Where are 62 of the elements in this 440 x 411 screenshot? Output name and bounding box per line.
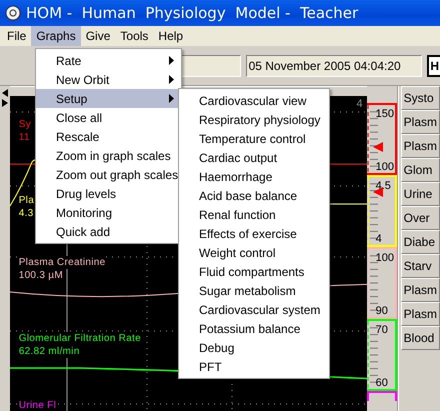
scale-value: 150 (376, 108, 394, 120)
side-button[interactable]: Plasm (400, 110, 440, 134)
menu-item[interactable]: Temperature control (179, 129, 329, 148)
toolbar-button[interactable]: H (427, 54, 440, 76)
menu-item[interactable]: Debug (179, 338, 329, 357)
menu-item[interactable]: Cardiovascular view (179, 91, 329, 110)
trace-label: Plasma Creatinine (18, 256, 106, 269)
menu-item[interactable]: Drug levels (36, 184, 181, 203)
trace-value: 62.82 ml/min (18, 345, 80, 358)
left-arrow-icon[interactable] (2, 89, 8, 97)
menu-item[interactable]: Tools (115, 26, 154, 46)
date-field[interactable]: 05 November 2005 04:04:20 (246, 54, 422, 76)
trace-label: Urine Fl (18, 399, 56, 411)
menu-item[interactable]: Acid base balance (179, 186, 329, 205)
menu-item[interactable]: Haemorrhage (179, 167, 329, 186)
side-button[interactable]: Over (400, 206, 440, 230)
time-label: 4 (356, 98, 363, 110)
menu-item[interactable]: New Orbit (36, 70, 181, 89)
side-button[interactable]: Diabe (400, 230, 440, 254)
menu-item[interactable]: Give (80, 26, 116, 46)
scale-value: 100 (376, 252, 394, 264)
menu-item[interactable]: Potassium balance (179, 319, 329, 338)
right-arrow-icon[interactable] (2, 99, 8, 107)
side-button[interactable]: Urine (400, 182, 440, 206)
side-button[interactable]: Plasm (400, 134, 440, 158)
menu-item[interactable]: Renal function (179, 205, 329, 224)
trace-value: 100.3 µM (18, 269, 63, 282)
menu-item[interactable]: Quick add (36, 222, 181, 241)
menu-item[interactable]: Effects of exercise (179, 224, 329, 243)
menu-item[interactable]: Zoom out graph scales (36, 165, 181, 184)
menu-item[interactable]: Cardiovascular system (179, 300, 329, 319)
menu-item[interactable]: Graphs (31, 26, 81, 46)
menu-item[interactable]: Weight control (179, 243, 329, 262)
menu-item[interactable]: Rate (36, 51, 181, 70)
menu-item[interactable]: Close all (36, 108, 181, 127)
menu-item[interactable]: Sugar metabolism (179, 281, 329, 300)
menu-item[interactable]: Monitoring (36, 203, 181, 222)
menu-item[interactable]: Zoom in graph scales (36, 146, 181, 165)
scale-value: 60 (376, 377, 388, 389)
trace-label: Glomerular Filtration Rate (18, 332, 141, 345)
scale-value: 70 (376, 324, 388, 336)
app-icon (5, 5, 21, 21)
window-title: HOM - Human Physiology Model - Teacher (26, 4, 358, 22)
side-button[interactable]: Plasm (400, 302, 440, 326)
menu-item[interactable]: Help (153, 26, 188, 46)
trace-label: Sy (18, 118, 31, 131)
scale-value: 90 (376, 305, 388, 317)
menu-item[interactable]: Respiratory physiology (179, 110, 329, 129)
menu-item[interactable]: Setup (36, 89, 181, 108)
menu-item[interactable]: File (2, 26, 32, 46)
scale-value: 100 (376, 161, 394, 173)
menu-item[interactable]: Rescale (36, 127, 181, 146)
scale-value: 4.5 (376, 180, 391, 192)
side-button[interactable]: Blood (400, 326, 440, 350)
menu-item[interactable]: PFT (179, 357, 329, 376)
side-button[interactable]: Glom (400, 158, 440, 182)
menu-item[interactable]: Fluid compartments (179, 262, 329, 281)
side-button[interactable]: Plasm (400, 278, 440, 302)
menu-item[interactable]: Cardiac output (179, 148, 329, 167)
side-button[interactable]: Starv (400, 254, 440, 278)
scale-value: 4 (376, 233, 382, 245)
side-button[interactable]: Systo (400, 86, 440, 110)
